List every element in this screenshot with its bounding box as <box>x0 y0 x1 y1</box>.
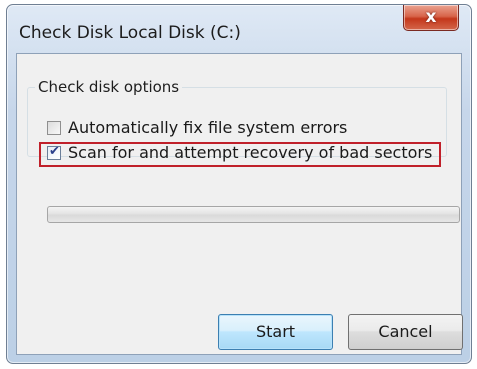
highlight-annotation <box>39 142 441 167</box>
group-legend: Check disk options <box>35 78 183 96</box>
close-button[interactable]: x <box>403 5 459 31</box>
window-title: Check Disk Local Disk (C:) <box>19 23 241 43</box>
title-bar[interactable]: Check Disk Local Disk (C:) x <box>7 5 471 53</box>
progress-bar <box>47 206 460 223</box>
fix-errors-label[interactable]: Automatically fix file system errors <box>68 118 347 137</box>
check-disk-dialog: Check Disk Local Disk (C:) x Check disk … <box>6 4 472 364</box>
fix-errors-checkbox[interactable] <box>47 121 61 135</box>
cancel-button[interactable]: Cancel <box>348 314 463 350</box>
close-icon: x <box>425 7 437 27</box>
start-button[interactable]: Start <box>218 314 333 350</box>
dialog-body: Check disk options Automatically fix fil… <box>16 53 463 355</box>
